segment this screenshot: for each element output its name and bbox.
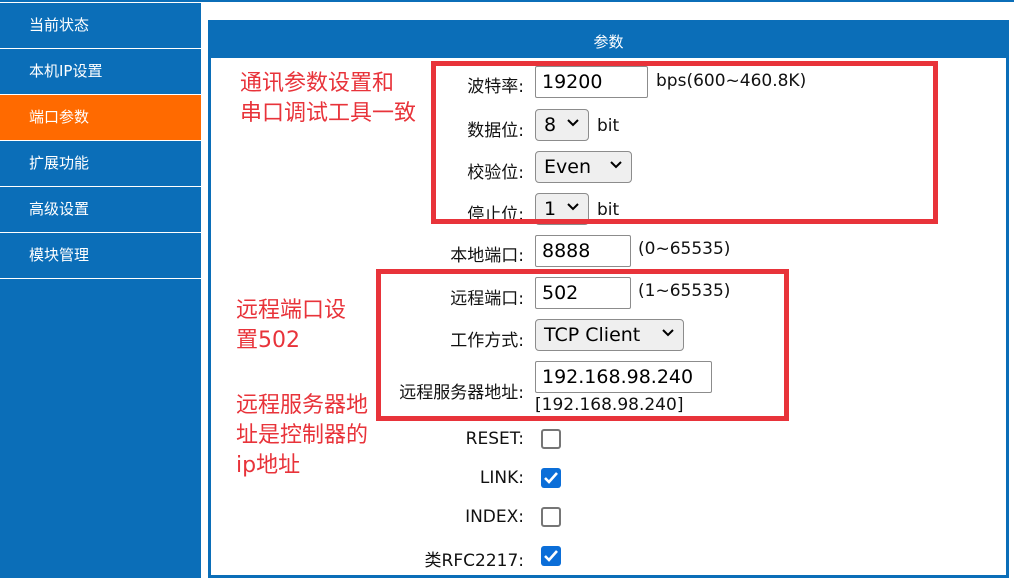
annotation-serial-params: 通讯参数设置和 串口调试工具一致: [240, 69, 416, 129]
rfc2217-label: 类RFC2217:: [424, 551, 524, 571]
checkmark-icon: [544, 472, 558, 484]
annotation-line: 远程端口设: [236, 298, 347, 323]
sidebar-item-extended[interactable]: 扩展功能: [0, 141, 201, 187]
annotation-remote-server: 远程服务器地 址是控制器的 ip地址: [236, 391, 368, 481]
rfc2217-checkbox[interactable]: [541, 546, 561, 566]
annotation-line: ip地址: [236, 453, 301, 478]
sidebar-item-status[interactable]: 当前状态: [0, 3, 201, 49]
index-label: INDEX:: [465, 507, 524, 527]
annotation-line: 置502: [236, 328, 300, 353]
link-label: LINK:: [479, 468, 524, 488]
remote-params-highlight: [376, 269, 789, 421]
annotation-line: 通讯参数设置和: [240, 71, 395, 96]
index-checkbox[interactable]: [541, 507, 561, 527]
sidebar: 当前状态 本机IP设置 端口参数 扩展功能 高级设置 模块管理: [0, 3, 201, 578]
serial-params-highlight: [431, 61, 938, 224]
reset-checkbox[interactable]: [541, 429, 561, 449]
sidebar-item-advanced[interactable]: 高级设置: [0, 187, 201, 233]
local-port-input[interactable]: 8888: [535, 235, 631, 267]
sidebar-item-ip-settings[interactable]: 本机IP设置: [0, 49, 201, 95]
sidebar-item-module-mgmt[interactable]: 模块管理: [0, 233, 201, 279]
annotation-line: 址是控制器的: [236, 423, 369, 448]
checkmark-icon: [544, 550, 558, 562]
panel-title: 参数: [208, 20, 1009, 58]
reset-label: RESET:: [465, 429, 524, 449]
annotation-line: 串口调试工具一致: [240, 101, 417, 126]
link-checkbox[interactable]: [541, 468, 561, 488]
local-port-range: (0~65535): [638, 239, 731, 259]
annotation-remote-port: 远程端口设 置502: [236, 296, 346, 356]
local-port-label: 本地端口:: [450, 246, 524, 266]
sidebar-item-port-params[interactable]: 端口参数: [0, 95, 201, 141]
annotation-line: 远程服务器地: [236, 393, 369, 418]
top-border: [0, 0, 1014, 2]
